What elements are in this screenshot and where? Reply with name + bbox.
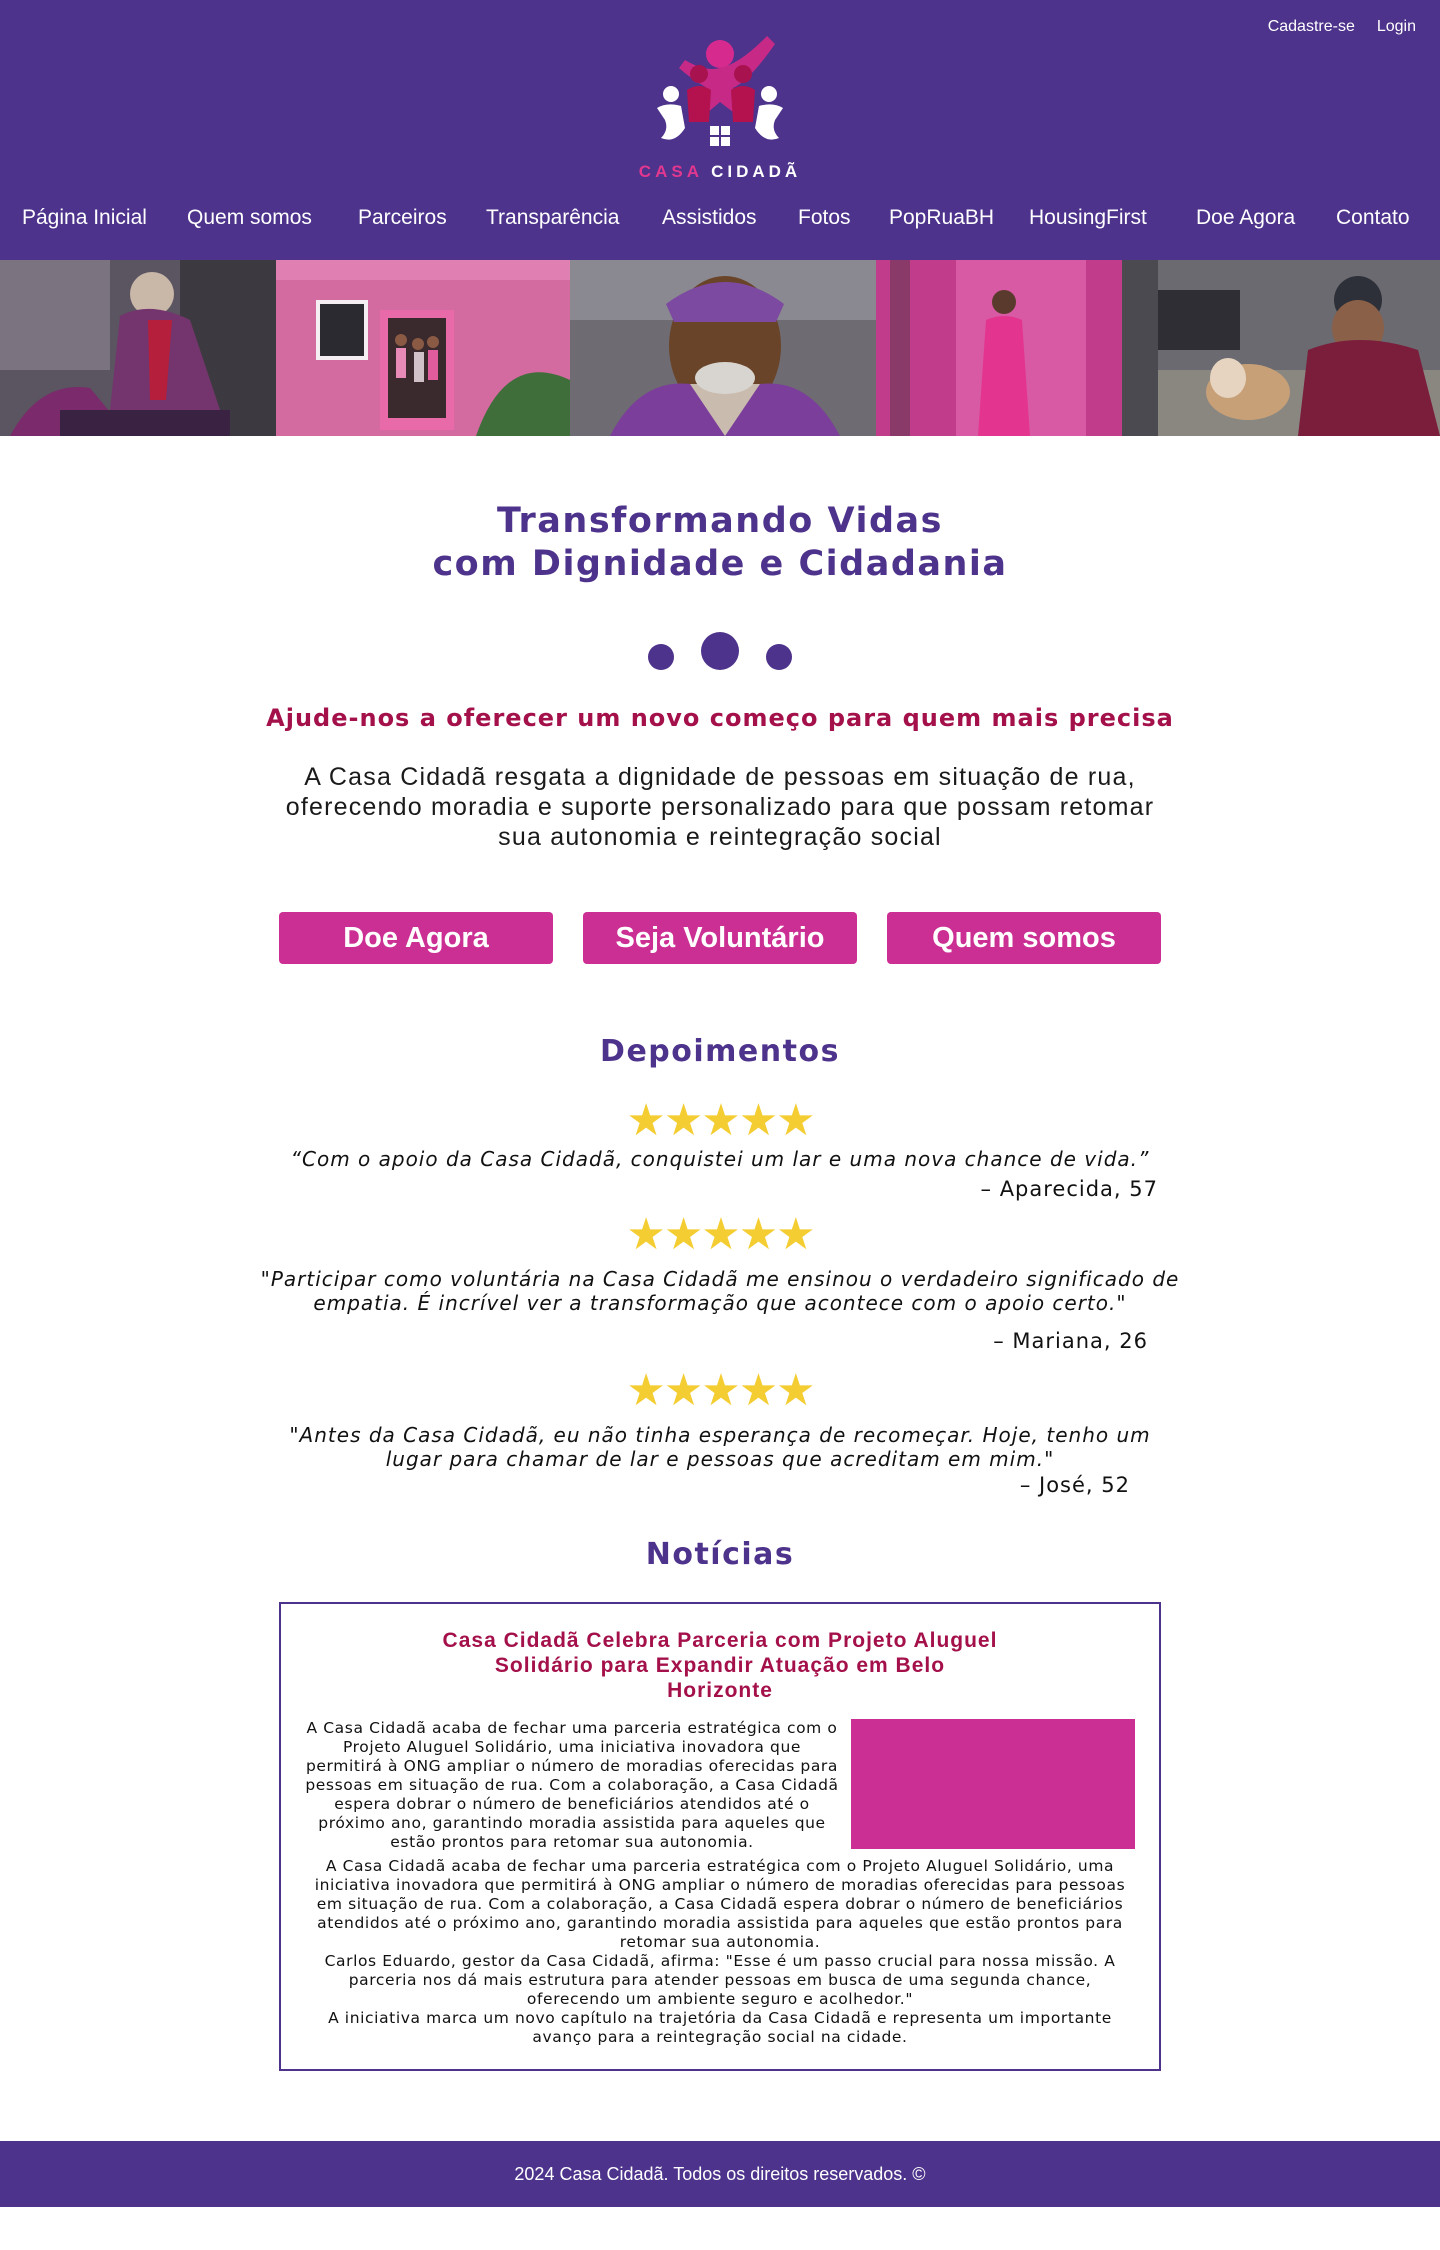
- news-body: A Casa Cidadã acaba de fechar uma parcer…: [305, 1719, 1135, 2047]
- about-us-button[interactable]: Quem somos: [887, 912, 1161, 964]
- photo-elder-man: [570, 260, 876, 436]
- site-footer: 2024 Casa Cidadã. Todos os direitos rese…: [0, 2141, 1440, 2207]
- nav-item-partners[interactable]: Parceiros: [358, 206, 447, 230]
- main-nav: Página Inicial Quem somos Parceiros Tran…: [0, 206, 1440, 240]
- news-headline[interactable]: Casa Cidadã Celebra Parceria com Projeto…: [440, 1628, 1000, 1703]
- nav-item-transparency[interactable]: Transparência: [486, 206, 619, 230]
- nav-item-about[interactable]: Quem somos: [187, 206, 312, 230]
- nav-item-assisted[interactable]: Assistidos: [662, 206, 757, 230]
- rating-stars-icon: ★★★★★: [626, 1209, 815, 1260]
- dot-icon: [648, 644, 674, 670]
- hero-title-line2: com Dignidade e Cidadania: [432, 544, 1008, 584]
- nav-item-popruabh[interactable]: PopRuaBH: [889, 206, 994, 230]
- hero-subtitle: Ajude-nos a oferecer um novo começo para…: [266, 704, 1174, 732]
- main-content: Transformando Vidas com Dignidade e Cida…: [0, 500, 1440, 2071]
- nav-item-contact[interactable]: Contato: [1336, 206, 1410, 230]
- login-link[interactable]: Login: [1377, 18, 1416, 36]
- logo-word-casa: CASA: [638, 162, 703, 181]
- news-title: Notícias: [645, 1537, 795, 1572]
- testimonial-quote: “Com o apoio da Casa Cidadã, conquistei …: [290, 1147, 1150, 1171]
- signup-link[interactable]: Cadastre-se: [1268, 18, 1355, 36]
- testimonial-1: ★★★★★ “Com o apoio da Casa Cidadã, conqu…: [0, 1095, 1440, 1202]
- nav-item-donate[interactable]: Doe Agora: [1196, 206, 1295, 230]
- site-logo[interactable]: CASA CIDADÃ: [636, 32, 804, 182]
- testimonial-3: ★★★★★ "Antes da Casa Cidadã, eu não tinh…: [0, 1365, 1440, 1498]
- news-paragraph: A iniciativa marca um novo capítulo na t…: [328, 2009, 1112, 2046]
- photo-pink-house: [276, 260, 570, 436]
- site-header: Cadastre-se Login CASA CIDADÃ Página Ini…: [0, 0, 1440, 260]
- nav-item-home[interactable]: Página Inicial: [22, 206, 147, 230]
- testimonial-author: – José, 52: [1019, 1473, 1130, 1497]
- testimonial-quote: "Antes da Casa Cidadã, eu não tinha espe…: [289, 1423, 1151, 1471]
- rating-stars-icon: ★★★★★: [626, 1095, 815, 1146]
- testimonial-author: – Mariana, 26: [993, 1329, 1148, 1353]
- news-image: [851, 1719, 1135, 1849]
- decorative-dots: [0, 632, 1440, 692]
- testimonial-quote: "Participar como voluntária na Casa Cida…: [260, 1267, 1180, 1315]
- cta-buttons: Doe Agora Seja Voluntário Quem somos: [0, 912, 1440, 964]
- news-paragraph: A Casa Cidadã acaba de fechar uma parcer…: [314, 1857, 1126, 1951]
- volunteer-button[interactable]: Seja Voluntário: [583, 912, 857, 964]
- donate-button[interactable]: Doe Agora: [279, 912, 553, 964]
- account-links: Cadastre-se Login: [1268, 18, 1416, 36]
- photo-man-with-dog: [1158, 260, 1440, 436]
- photo-woman-pink-door: [876, 260, 1158, 436]
- news-first-block: A Casa Cidadã acaba de fechar uma parcer…: [305, 1719, 1135, 1857]
- testimonial-2: ★★★★★ "Participar como voluntária na Cas…: [0, 1209, 1440, 1354]
- logo-wordmark: CASA CIDADÃ: [636, 162, 804, 182]
- nav-item-photos[interactable]: Fotos: [798, 206, 851, 230]
- logo-word-cidada: CIDADÃ: [711, 162, 802, 181]
- hero-title: Transformando Vidas com Dignidade e Cida…: [0, 500, 1440, 586]
- news-card: Casa Cidadã Celebra Parceria com Projeto…: [279, 1602, 1161, 2071]
- rating-stars-icon: ★★★★★: [626, 1365, 815, 1416]
- dot-icon: [766, 644, 792, 670]
- footer-copyright: 2024 Casa Cidadã. Todos os direitos rese…: [514, 2164, 926, 2184]
- dot-icon: [701, 632, 739, 670]
- nav-item-housingfirst[interactable]: HousingFirst: [1029, 206, 1147, 230]
- hero-description: A Casa Cidadã resgata a dignidade de pes…: [285, 763, 1155, 851]
- testimonial-author: – Aparecida, 57: [980, 1177, 1158, 1201]
- logo-emblem-icon: [657, 36, 783, 146]
- testimonials-title: Depoimentos: [600, 1034, 840, 1069]
- news-paragraph: Carlos Eduardo, gestor da Casa Cidadã, a…: [324, 1952, 1116, 2008]
- photo-strip: [0, 260, 1440, 436]
- hero-title-line1: Transformando Vidas: [497, 501, 943, 541]
- photo-woman-street: [0, 260, 276, 436]
